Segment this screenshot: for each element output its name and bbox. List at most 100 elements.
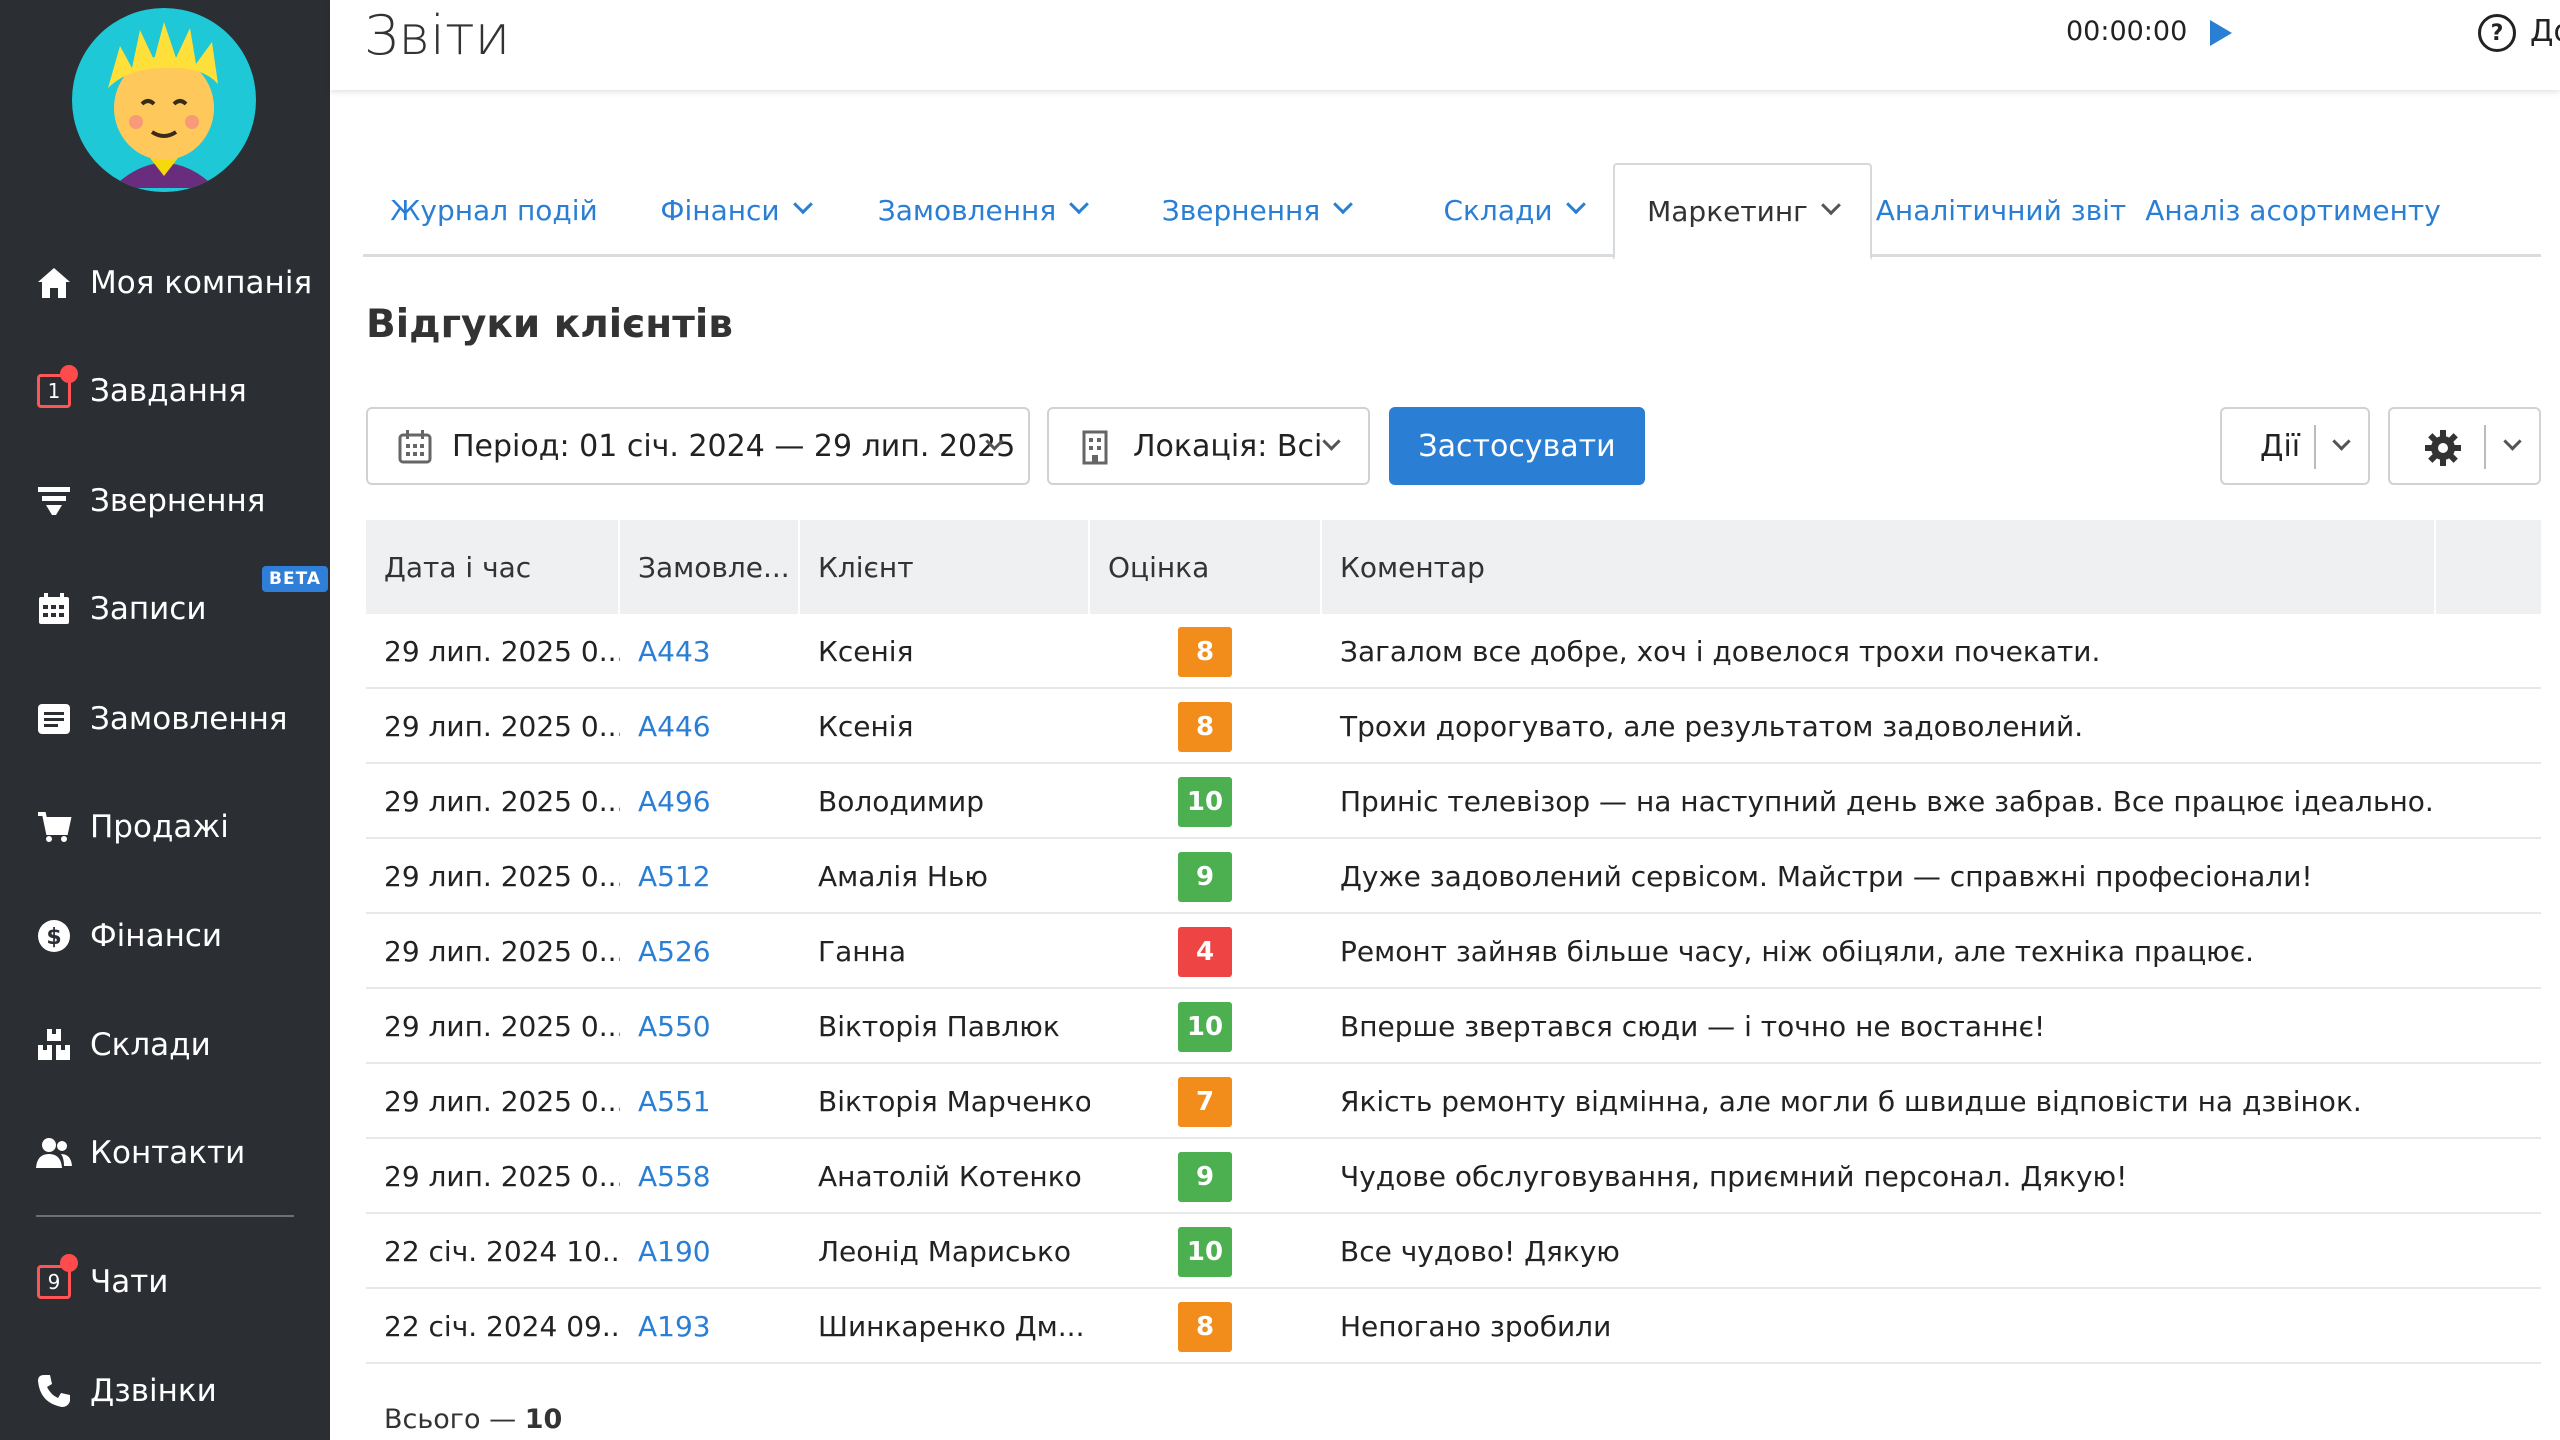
cell-client: Леонід Марисько [818, 1235, 1071, 1268]
cell-comment: Трохи дорогувато, але результатом задово… [1340, 710, 2084, 743]
score-badge: 4 [1178, 927, 1232, 977]
cell-client: Володимир [818, 785, 985, 818]
cell-client: Шинкаренко Дм... [818, 1310, 1085, 1343]
tab-assortment-analysis[interactable]: Аналіз асортименту [2133, 163, 2453, 257]
help-link[interactable]: Допомога [2530, 14, 2560, 49]
cell-date: 22 січ. 2024 09... [384, 1310, 620, 1343]
dollar-icon: $ [34, 916, 74, 956]
divider [2484, 425, 2486, 469]
cell-order-link[interactable]: A446 [620, 689, 800, 764]
tab-event-log[interactable]: Журнал подій [363, 163, 625, 257]
tab-orders[interactable]: Замовлення [845, 163, 1119, 257]
cell-client: Амалія Нью [818, 860, 988, 893]
cell-order-link[interactable]: A496 [620, 764, 800, 839]
cell-order-link[interactable]: A551 [620, 1064, 800, 1139]
total-count: Всього — 10 [384, 1404, 562, 1435]
sidebar-item-label: Продажі [90, 809, 229, 845]
contacts-icon [34, 1133, 74, 1173]
notification-dot [60, 1254, 78, 1272]
tab-warehouses[interactable]: Склади [1393, 163, 1633, 257]
cell-date: 29 лип. 2025 0... [384, 710, 620, 743]
sidebar-item-calls[interactable]: Дзвінки [0, 1351, 330, 1431]
chevron-down-icon [1820, 195, 1841, 216]
top-header: Звіти 00:00:00 ? Допомога [330, 0, 2560, 90]
chevron-down-icon [1333, 194, 1354, 215]
cell-date: 29 лип. 2025 0... [384, 1085, 620, 1118]
table-row[interactable]: 29 лип. 2025 0... A512 Амалія Нью Дуже задо… [366, 839, 2541, 914]
table-row[interactable]: 29 лип. 2025 0... A558 Анатолій Котенко Чуд… [366, 1139, 2541, 1214]
user-avatar[interactable] [72, 8, 256, 192]
cell-comment: Непогано зробили [1340, 1310, 1612, 1343]
tab-marketing[interactable]: Маркетинг [1613, 163, 1872, 260]
cell-date: 29 лип. 2025 0... [384, 785, 620, 818]
column-header-score[interactable]: Оцінка [1090, 520, 1322, 614]
table-row[interactable]: 29 лип. 2025 0... A551 Вікторія Марченко Як… [366, 1064, 2541, 1139]
settings-dropdown[interactable] [2388, 407, 2541, 485]
table-row[interactable]: 29 лип. 2025 0... A446 Ксенія Трохи дорогув… [366, 689, 2541, 764]
column-header-order[interactable]: Замовле... [620, 520, 800, 614]
column-header-comment[interactable]: Коментар [1322, 520, 2436, 614]
phone-icon [34, 1371, 74, 1411]
calendar-icon [398, 429, 432, 473]
sidebar-item-sales[interactable]: Продажі [0, 787, 330, 867]
tab-label: Маркетинг [1647, 194, 1808, 228]
tab-label: Аналіз асортименту [2145, 193, 2441, 227]
cell-comment: Дуже задоволений сервісом. Майстри — спр… [1340, 860, 2313, 893]
chevron-down-icon [1565, 194, 1586, 215]
actions-dropdown[interactable]: Дії [2220, 407, 2370, 485]
cell-date: 29 лип. 2025 0... [384, 935, 620, 968]
table-row[interactable]: 22 січ. 2024 09... A193 Шинкаренко Дм... Не… [366, 1289, 2541, 1364]
sidebar-item-requests[interactable]: Звернення [0, 461, 330, 541]
cell-client: Вікторія Марченко [818, 1085, 1090, 1118]
cell-date: 29 лип. 2025 0... [384, 1010, 620, 1043]
sidebar-item-label: Завдання [90, 373, 247, 409]
cell-date: 29 лип. 2025 0... [384, 1160, 620, 1193]
score-badge: 9 [1178, 1152, 1232, 1202]
chevron-down-icon [792, 194, 813, 215]
table-row[interactable]: 29 лип. 2025 0... A443 Ксенія Загалом все д… [366, 614, 2541, 689]
sidebar-item-finance[interactable]: $ Фінанси [0, 896, 330, 976]
report-tabs: Журнал подій Фінанси Замовлення Зверненн… [363, 163, 2541, 260]
cell-comment: Якість ремонту відмінна, але могли б шви… [1340, 1085, 2362, 1118]
sidebar-item-orders[interactable]: Замовлення [0, 679, 330, 759]
table-row[interactable]: 29 лип. 2025 0... A550 Вікторія Павлюк Впер… [366, 989, 2541, 1064]
cell-order-link[interactable]: A512 [620, 839, 800, 914]
tab-requests[interactable]: Звернення [1119, 163, 1393, 257]
home-icon [34, 263, 74, 303]
column-header-client[interactable]: Клієнт [800, 520, 1090, 614]
table-row[interactable]: 29 лип. 2025 0... A496 Володимир Приніс тел… [366, 764, 2541, 839]
cell-order-link[interactable]: A190 [620, 1214, 800, 1289]
tab-label: Фінанси [660, 193, 780, 227]
period-filter[interactable]: Період: 01 січ. 2024 — 29 лип. 2025 [366, 407, 1030, 485]
sidebar-item-label: Фінанси [90, 918, 223, 954]
cell-comment: Вперше звертався сюди — і точно не воста… [1340, 1010, 2046, 1043]
tab-label: Звернення [1161, 193, 1321, 227]
table-row[interactable]: 22 січ. 2024 10... A190 Леонід Марисько Все… [366, 1214, 2541, 1289]
cell-client: Ганна [818, 935, 907, 968]
apply-button[interactable]: Застосувати [1389, 407, 1645, 485]
period-label: Період: 01 січ. 2024 — 29 лип. 2025 [452, 428, 1016, 464]
column-header-date[interactable]: Дата і час [366, 520, 620, 614]
calendar-icon [34, 589, 74, 629]
sidebar-item-warehouses[interactable]: Склади [0, 1005, 330, 1085]
play-icon[interactable] [2206, 16, 2236, 50]
cell-client: Ксенія [818, 635, 914, 668]
tab-analytics-report[interactable]: Аналітичний звіт [1872, 163, 2130, 257]
cell-order-link[interactable]: A558 [620, 1139, 800, 1214]
cell-order-link[interactable]: A550 [620, 989, 800, 1064]
gear-icon [2424, 429, 2462, 475]
sidebar-item-company[interactable]: Моя компанія [0, 243, 330, 323]
location-filter[interactable]: Локація: Всі [1047, 407, 1370, 485]
sidebar: Моя компанія 1 Завдання Звернення Записи… [0, 0, 330, 1440]
sidebar-item-tasks[interactable]: 1 Завдання [0, 351, 330, 431]
sidebar-item-contacts[interactable]: Контакти [0, 1113, 330, 1193]
cell-client: Анатолій Котенко [818, 1160, 1082, 1193]
sidebar-item-chats[interactable]: 9 Чати [0, 1242, 330, 1322]
table-row[interactable]: 29 лип. 2025 0... A526 Ганна Ремонт зайняв … [366, 914, 2541, 989]
help-icon[interactable]: ? [2478, 14, 2516, 52]
cell-order-link[interactable]: A443 [620, 614, 800, 689]
cell-order-link[interactable]: A193 [620, 1289, 800, 1364]
tab-finance[interactable]: Фінанси [625, 163, 845, 257]
score-badge: 9 [1178, 852, 1232, 902]
cell-order-link[interactable]: A526 [620, 914, 800, 989]
